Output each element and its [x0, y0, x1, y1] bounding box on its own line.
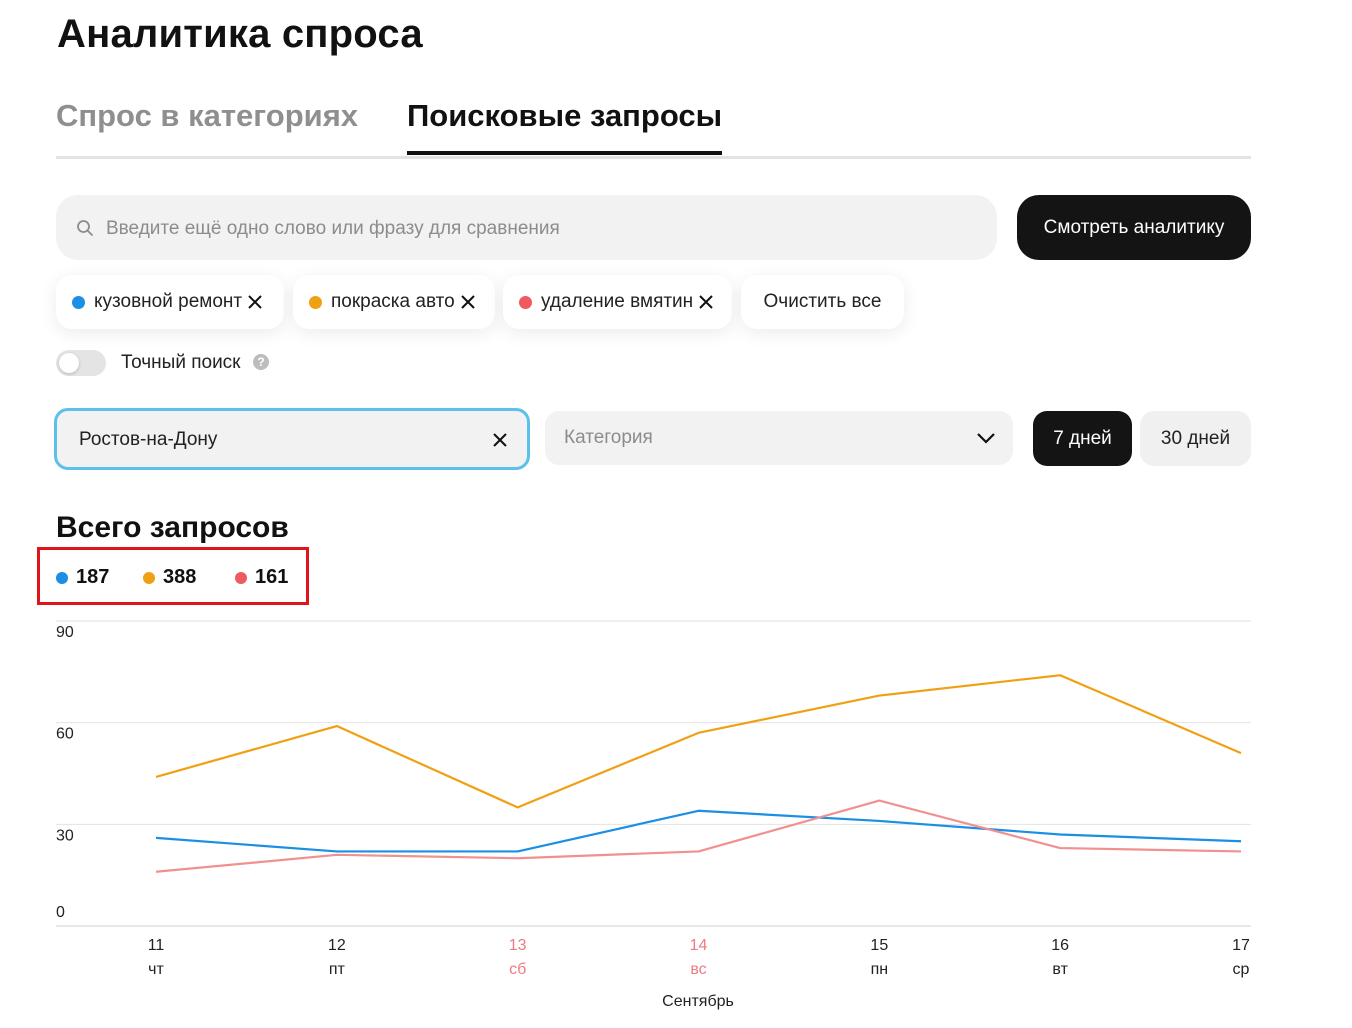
x-tick-day: 11 [148, 937, 165, 954]
requests-line-chart: 0 30 60 90 11 чт 12 пт 13 сб 14 вс 15 пн 16 вт 17 ср Сентя… [56, 620, 1251, 1010]
x-tick-weekday: пн [871, 961, 889, 978]
x-axis-label: Сентябрь [662, 993, 734, 1010]
x-tick-weekday: ср [1233, 961, 1250, 978]
series-line-2 [155, 674, 1242, 809]
x-tick-weekday: чт [148, 961, 164, 978]
y-tick-label: 0 [56, 904, 65, 921]
y-tick-label: 30 [56, 827, 74, 844]
x-tick-weekday: вт [1052, 961, 1068, 978]
y-tick-label: 90 [56, 624, 74, 641]
y-tick-label: 60 [56, 726, 74, 743]
x-tick-day: 14 [690, 937, 708, 954]
series-line-1 [155, 809, 1242, 853]
x-tick-weekday: вс [690, 961, 706, 978]
x-tick-weekday: пт [329, 961, 346, 978]
x-tick-day: 13 [509, 937, 527, 954]
x-tick-day: 12 [328, 937, 346, 954]
x-tick-day: 15 [870, 937, 888, 954]
x-tick-weekday: сб [509, 961, 526, 978]
x-tick-day: 17 [1232, 937, 1250, 954]
x-tick-day: 16 [1051, 937, 1069, 954]
